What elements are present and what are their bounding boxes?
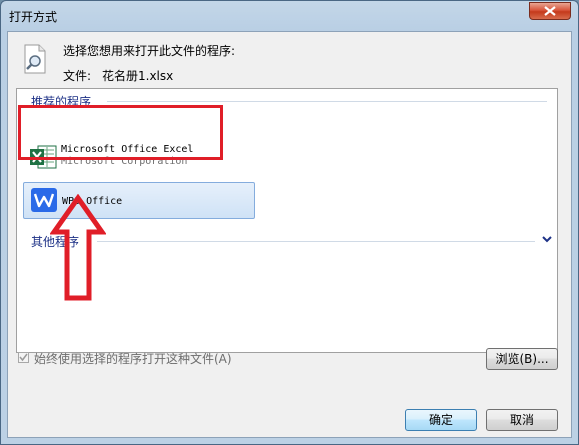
title-bar[interactable]: 打开方式 xyxy=(1,1,578,29)
always-use-checkbox[interactable] xyxy=(18,352,29,363)
file-label: 文件: xyxy=(63,69,92,83)
ok-button[interactable]: 确定 xyxy=(405,409,477,431)
dialog-body: 选择您想用来打开此文件的程序: 文件: 花名册1.xlsx 推荐的程序 Micr… xyxy=(7,31,572,438)
open-with-dialog: 打开方式 选择您想用来打开此文件的程序: 文件: 花名册1.xlsx 推荐的程序 xyxy=(0,0,579,445)
file-search-icon xyxy=(24,44,46,74)
divider xyxy=(97,241,535,242)
annotation-arrow-up xyxy=(50,194,106,301)
always-use-label: 始终使用选择的程序打开这种文件(A) xyxy=(34,352,232,366)
cancel-button[interactable]: 取消 xyxy=(486,409,558,431)
file-name: 花名册1.xlsx xyxy=(102,69,174,83)
chevron-down-icon[interactable] xyxy=(541,234,553,244)
window-title: 打开方式 xyxy=(9,10,58,24)
check-icon xyxy=(19,353,28,362)
close-icon xyxy=(544,6,556,16)
close-button[interactable] xyxy=(529,2,571,20)
prompt-text: 选择您想用来打开此文件的程序: xyxy=(63,44,236,58)
annotation-highlight-box xyxy=(18,105,223,160)
divider xyxy=(107,101,547,102)
browse-button[interactable]: 浏览(B)... xyxy=(486,348,558,370)
